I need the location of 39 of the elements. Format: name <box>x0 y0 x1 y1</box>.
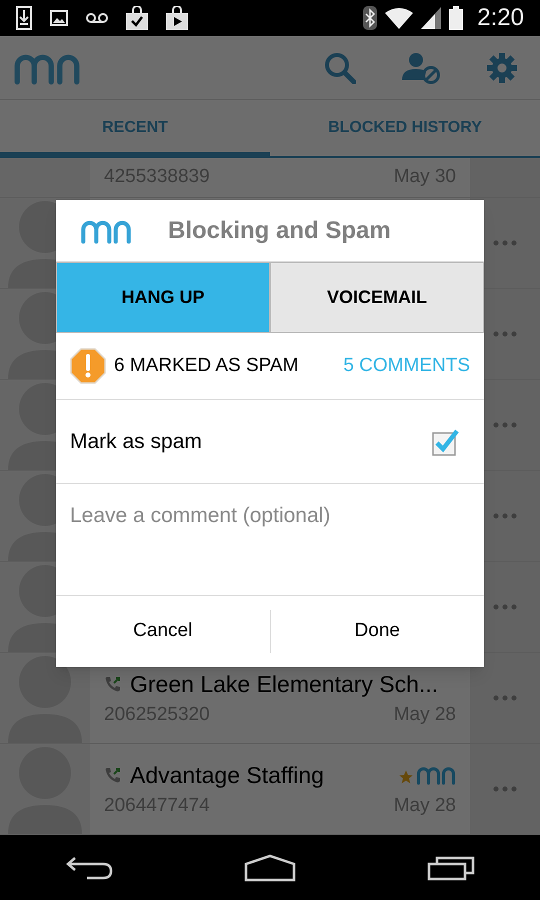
checkbox[interactable] <box>432 428 460 456</box>
clock: 2:20 <box>477 3 524 33</box>
settings-icon[interactable] <box>486 52 518 84</box>
wifi-icon <box>385 7 414 29</box>
outgoing-call-icon <box>104 674 122 693</box>
bag-check-icon <box>126 6 148 30</box>
battery-icon <box>449 6 464 30</box>
comments-link[interactable]: 5 COMMENTS <box>343 352 470 380</box>
download-icon <box>16 6 32 30</box>
warning-icon <box>70 348 106 384</box>
tab[interactable]: BLOCKED HISTORY <box>270 100 540 156</box>
more-icon[interactable] <box>493 513 517 519</box>
recent-apps-icon[interactable] <box>426 854 475 880</box>
more-icon[interactable] <box>493 604 517 610</box>
voicemail-icon <box>86 12 108 24</box>
block-contact-icon[interactable] <box>402 52 440 84</box>
action-toggle[interactable]: VOICEMAIL <box>270 262 484 333</box>
signal-icon <box>421 7 442 29</box>
image-icon <box>50 10 68 26</box>
more-icon[interactable] <box>493 695 517 701</box>
back-icon[interactable] <box>65 854 114 880</box>
comment-field[interactable]: Leave a comment (optional) <box>56 484 484 596</box>
outgoing-call-icon <box>104 766 122 784</box>
search-icon[interactable] <box>324 52 356 84</box>
dialog-button[interactable]: Done <box>270 610 484 653</box>
mark-as-spam-label: Mark as spam <box>70 428 202 455</box>
action-toggle[interactable]: HANG UP <box>56 262 270 333</box>
logo-icon <box>416 764 456 785</box>
more-icon[interactable] <box>493 331 517 337</box>
bag-play-icon <box>166 6 188 30</box>
caller-name: Advantage Staffing <box>130 760 324 790</box>
home-icon[interactable] <box>244 854 296 882</box>
more-icon[interactable] <box>493 786 517 792</box>
more-icon[interactable] <box>493 422 517 428</box>
spam-count: 6 MARKED AS SPAM <box>114 354 298 378</box>
dialog-title: Blocking and Spam <box>168 216 391 246</box>
bluetooth-icon <box>363 6 378 30</box>
caller-name: Green Lake Elementary Sch... <box>130 670 438 699</box>
more-icon[interactable] <box>493 240 517 246</box>
